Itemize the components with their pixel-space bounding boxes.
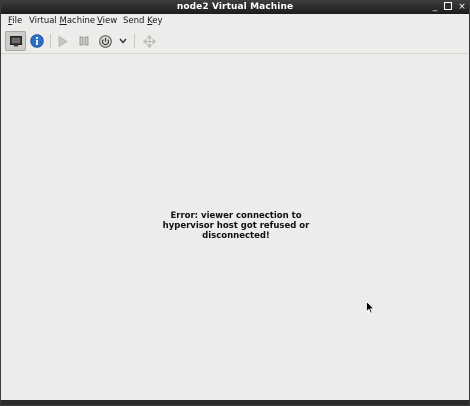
virt-viewer-window: node2 Virtual Machine _ × File Virtual M… <box>0 0 470 406</box>
details-button[interactable] <box>28 31 46 51</box>
menu-virtual-machine-label-start: Virtual <box>29 16 60 26</box>
fullscreen-move-icon <box>142 34 156 48</box>
menu-virtual-machine[interactable]: Virtual Machine <box>29 16 95 27</box>
power-button[interactable] <box>96 31 114 51</box>
menu-send-key[interactable]: Send Key <box>123 16 163 27</box>
window-title: node2 Virtual Machine <box>176 2 294 12</box>
menu-file[interactable]: File <box>8 16 22 27</box>
console-monitor-icon <box>9 35 22 46</box>
minimize-button[interactable]: _ <box>429 1 441 13</box>
pause-icon <box>79 36 89 46</box>
title-bar[interactable]: node2 Virtual Machine _ × <box>1 0 469 14</box>
fullscreen-button[interactable] <box>140 31 158 51</box>
menu-bar: File Virtual Machine View Send Key <box>1 14 469 29</box>
run-play-icon <box>58 35 68 47</box>
maximize-button[interactable] <box>442 1 454 13</box>
pause-button[interactable] <box>76 31 92 51</box>
chevron-down-icon <box>119 38 127 44</box>
menu-virtual-machine-mnemonic: M <box>59 16 67 26</box>
run-button[interactable] <box>55 31 71 51</box>
toolbar-separator <box>50 34 51 48</box>
menu-send-key-label-start: Send <box>123 16 148 26</box>
viewer-display-area[interactable]: Error: viewer connection to hypervisor h… <box>1 54 469 400</box>
toolbar <box>1 29 469 54</box>
power-menu-dropdown[interactable] <box>117 31 129 51</box>
toolbar-separator <box>134 34 135 48</box>
console-button[interactable] <box>5 31 26 51</box>
mouse-pointer-icon <box>366 301 375 314</box>
menu-file-label: ile <box>12 16 23 26</box>
power-icon <box>98 34 112 48</box>
menu-virtual-machine-label-end: achine <box>66 16 96 26</box>
menu-view[interactable]: View <box>97 16 117 27</box>
menu-view-label: iew <box>102 16 118 26</box>
details-info-icon <box>30 34 44 48</box>
viewer-error-message: Error: viewer connection to hypervisor h… <box>162 211 310 241</box>
menu-send-key-label-end: ey <box>152 16 163 26</box>
maximize-icon <box>444 1 452 10</box>
window-bottom-border <box>1 400 469 405</box>
close-button[interactable]: × <box>456 1 468 13</box>
